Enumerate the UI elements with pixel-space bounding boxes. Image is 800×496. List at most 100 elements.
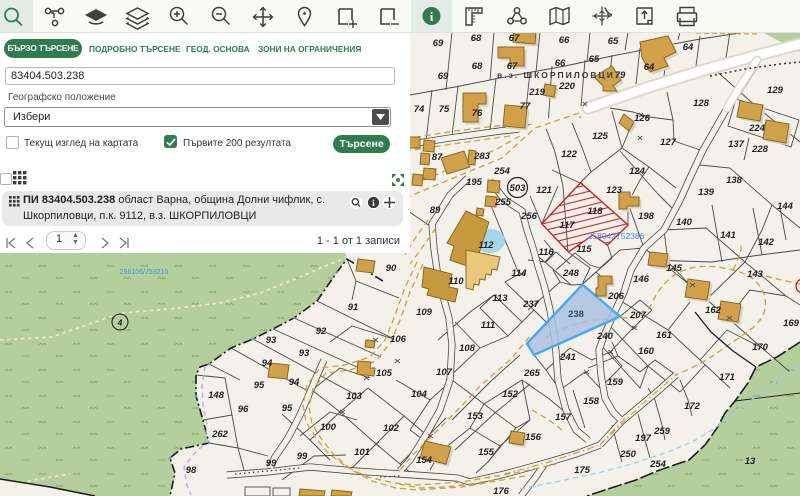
svg-text:144: 144 [777,201,794,212]
svg-text:258042752386: 258042752386 [588,231,645,241]
svg-text:74: 74 [414,104,425,115]
svg-text:93: 93 [266,335,277,346]
svg-text:116: 116 [538,247,554,258]
svg-text:142: 142 [758,237,775,248]
svg-text:125: 125 [592,131,609,142]
svg-text:219: 219 [528,87,546,98]
svg-text:172: 172 [684,401,701,412]
svg-text:111: 111 [481,320,495,331]
svg-text:161: 161 [656,330,672,341]
svg-text:228: 228 [751,144,769,155]
svg-text:121: 121 [536,185,552,196]
svg-text:103: 103 [346,391,363,402]
svg-text:262: 262 [211,429,229,440]
svg-text:105: 105 [376,368,393,379]
svg-text:138: 138 [726,175,743,186]
svg-text:224: 224 [748,123,766,134]
svg-text:240: 240 [596,331,614,342]
svg-text:248: 248 [562,268,580,279]
svg-text:175: 175 [574,465,591,476]
svg-text:91: 91 [348,302,359,313]
svg-text:169: 169 [783,318,800,329]
svg-text:197: 197 [635,433,652,444]
svg-text:155: 155 [478,447,495,458]
svg-text:89: 89 [430,205,441,216]
svg-text:198: 198 [638,211,655,222]
svg-text:64: 64 [644,62,655,73]
svg-text:99: 99 [297,451,308,462]
svg-text:106: 106 [390,334,407,345]
svg-text:146: 146 [633,274,650,285]
svg-text:65: 65 [589,54,600,65]
svg-text:102: 102 [383,423,400,434]
svg-text:107: 107 [436,367,453,378]
svg-text:159: 159 [607,377,624,388]
svg-text:129: 129 [767,85,784,96]
svg-text:143: 143 [747,269,764,280]
svg-text:77: 77 [520,101,531,112]
svg-text:96: 96 [238,404,249,415]
svg-text:254: 254 [493,166,511,177]
svg-text:67: 67 [509,33,520,44]
svg-text:99: 99 [266,458,277,469]
svg-text:79: 79 [615,70,626,81]
svg-text:108: 108 [459,343,476,354]
svg-text:110: 110 [448,276,464,287]
svg-text:109: 109 [416,307,433,318]
svg-text:123: 123 [606,185,623,196]
svg-text:115: 115 [576,244,592,255]
svg-text:265: 265 [523,368,541,379]
svg-text:66: 66 [559,35,570,46]
svg-text:152: 152 [502,389,519,400]
svg-text:139: 139 [698,187,715,198]
svg-text:i: i [372,199,375,209]
svg-text:207: 207 [629,310,647,321]
svg-text:68: 68 [472,61,483,72]
svg-text:в.з. ШКОРПИЛОВЦИ: в.з. ШКОРПИЛОВЦИ [497,70,615,80]
svg-text:118: 118 [587,206,603,217]
svg-text:256: 256 [520,211,538,222]
svg-text:94: 94 [289,377,300,388]
svg-text:250: 250 [619,449,637,460]
svg-text:141: 141 [720,230,736,241]
svg-text:i: i [430,9,434,24]
svg-text:128: 128 [693,98,710,109]
svg-text:122: 122 [561,149,578,160]
svg-text:153: 153 [467,411,484,422]
svg-text:68: 68 [471,33,482,44]
svg-text:126: 126 [634,113,651,124]
svg-text:117: 117 [559,220,575,231]
svg-text:148: 148 [208,390,225,401]
svg-text:140: 140 [676,217,693,228]
svg-text:241: 241 [559,352,576,363]
svg-text:101: 101 [354,447,370,458]
svg-text:90: 90 [386,263,397,274]
svg-text:503: 503 [510,183,527,194]
svg-text:75: 75 [439,104,450,115]
svg-text:127: 127 [660,137,677,148]
svg-text:65: 65 [608,36,619,47]
svg-text:283: 283 [473,151,491,162]
svg-text:87: 87 [432,152,443,163]
svg-text:206: 206 [607,291,625,302]
svg-text:256106/753210: 256106/753210 [120,269,169,276]
svg-text:114: 114 [511,268,527,279]
svg-text:156: 156 [525,432,542,443]
svg-text:162: 162 [705,305,722,316]
svg-text:92: 92 [316,326,327,337]
svg-text:95: 95 [282,403,293,414]
svg-text:176: 176 [493,486,510,496]
svg-text:254: 254 [649,459,667,470]
svg-text:238: 238 [568,309,584,320]
svg-text:69: 69 [433,38,444,49]
svg-text:154: 154 [416,455,433,466]
svg-text:171: 171 [719,372,735,383]
svg-text:255: 255 [494,197,512,208]
svg-text:220: 220 [558,81,576,92]
svg-text:66: 66 [555,58,566,69]
svg-text:95: 95 [254,380,265,391]
svg-text:98: 98 [186,465,197,476]
svg-text:113: 113 [492,293,508,304]
svg-text:259: 259 [653,426,671,437]
svg-text:76: 76 [472,108,483,119]
